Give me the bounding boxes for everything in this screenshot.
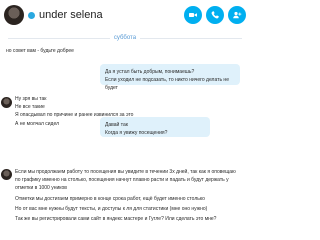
add-person-icon bbox=[233, 11, 242, 19]
sender-avatar[interactable] bbox=[1, 169, 12, 180]
message-text: Если мы продолжаем работу то посещения в… bbox=[15, 169, 236, 192]
contact-avatar[interactable] bbox=[4, 5, 24, 25]
message-text: Но от вас мне нужны будут тексты, и дост… bbox=[15, 205, 208, 212]
contact-name[interactable]: under selena bbox=[39, 9, 180, 21]
message-text: Если уходил не подсазать, то никто ничег… bbox=[105, 77, 229, 92]
video-call-button[interactable] bbox=[184, 6, 202, 24]
add-person-button[interactable] bbox=[228, 6, 246, 24]
sender-avatar[interactable] bbox=[1, 97, 12, 108]
date-divider: суббота bbox=[0, 33, 250, 43]
message-outgoing[interactable]: Да я устал быть добрым, понимаешь? Если … bbox=[100, 64, 240, 91]
voice-call-button[interactable] bbox=[206, 6, 224, 24]
message-incoming-group[interactable]: Если мы продолжаем работу то посещения в… bbox=[15, 168, 240, 223]
message-text: Отметки мы достигаем примерно в конце ср… bbox=[15, 195, 205, 202]
chat-header: under selena bbox=[0, 0, 250, 30]
phone-call-icon bbox=[211, 11, 219, 19]
video-call-icon bbox=[189, 13, 197, 17]
message-outgoing[interactable]: Давай так Когда я увижу посещения? bbox=[100, 117, 210, 137]
online-status-icon bbox=[28, 11, 35, 19]
date-label: суббота bbox=[109, 35, 141, 41]
message-text: Когда я увижу посещения? bbox=[105, 130, 168, 137]
message-text: но совет вам - будьте добрее bbox=[6, 48, 74, 54]
message-text: Ну зря вы так bbox=[15, 96, 47, 102]
message-text: Не все такие bbox=[15, 104, 45, 111]
message-text: Да я устал быть добрым, понимаешь? bbox=[105, 69, 195, 75]
message-text: Давай так bbox=[105, 122, 128, 128]
message-text: Так же вы регистрировали сами сайт в янд… bbox=[15, 216, 217, 223]
message-incoming[interactable]: но совет вам - будьте добрее bbox=[6, 47, 156, 55]
